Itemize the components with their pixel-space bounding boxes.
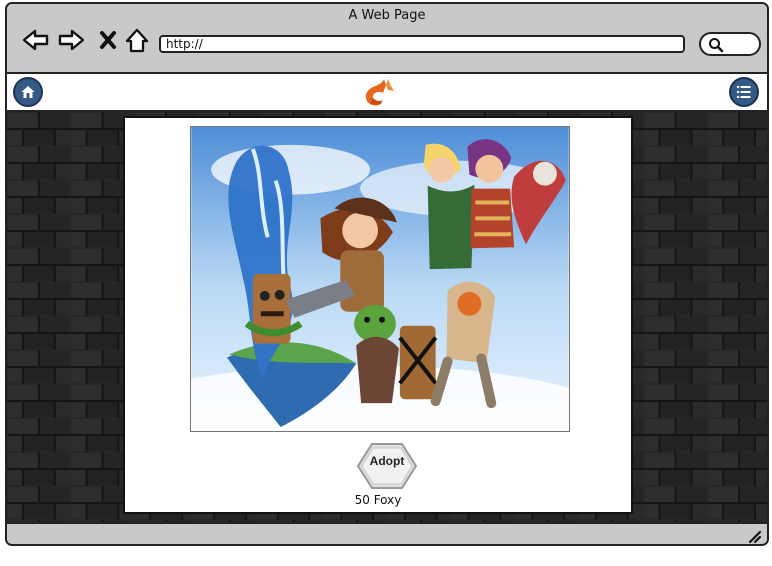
search-field[interactable] [699, 32, 761, 56]
site-header [7, 74, 767, 112]
menu-button[interactable] [729, 77, 759, 107]
menu-list-icon [736, 85, 751, 99]
adoption-price: 50 Foxy [354, 493, 402, 507]
search-icon [709, 38, 724, 53]
character-group-artwork [190, 126, 570, 432]
home-outline-icon[interactable] [123, 26, 151, 54]
forward-arrow-icon[interactable] [57, 26, 85, 54]
adoption-panel: Adopt 50 Foxy [123, 116, 633, 514]
address-field[interactable]: http:// [159, 35, 685, 53]
browser-statusbar [7, 522, 767, 544]
brick-wall-background: Adopt 50 Foxy [7, 112, 767, 522]
back-arrow-icon[interactable] [22, 26, 50, 54]
window-title: A Web Page [348, 8, 426, 23]
browser-titlebar: A Web Page http:// [7, 4, 767, 74]
adopt-button[interactable]: Adopt [356, 442, 418, 490]
browser-window: A Web Page http:// Adopt 50 Foxy [5, 2, 769, 546]
adopt-label: Adopt [369, 454, 405, 468]
home-icon [21, 86, 35, 98]
close-icon[interactable] [94, 26, 122, 54]
resize-grip-icon[interactable] [746, 528, 762, 544]
fox-logo-icon[interactable] [359, 76, 403, 110]
home-button[interactable] [13, 77, 43, 107]
